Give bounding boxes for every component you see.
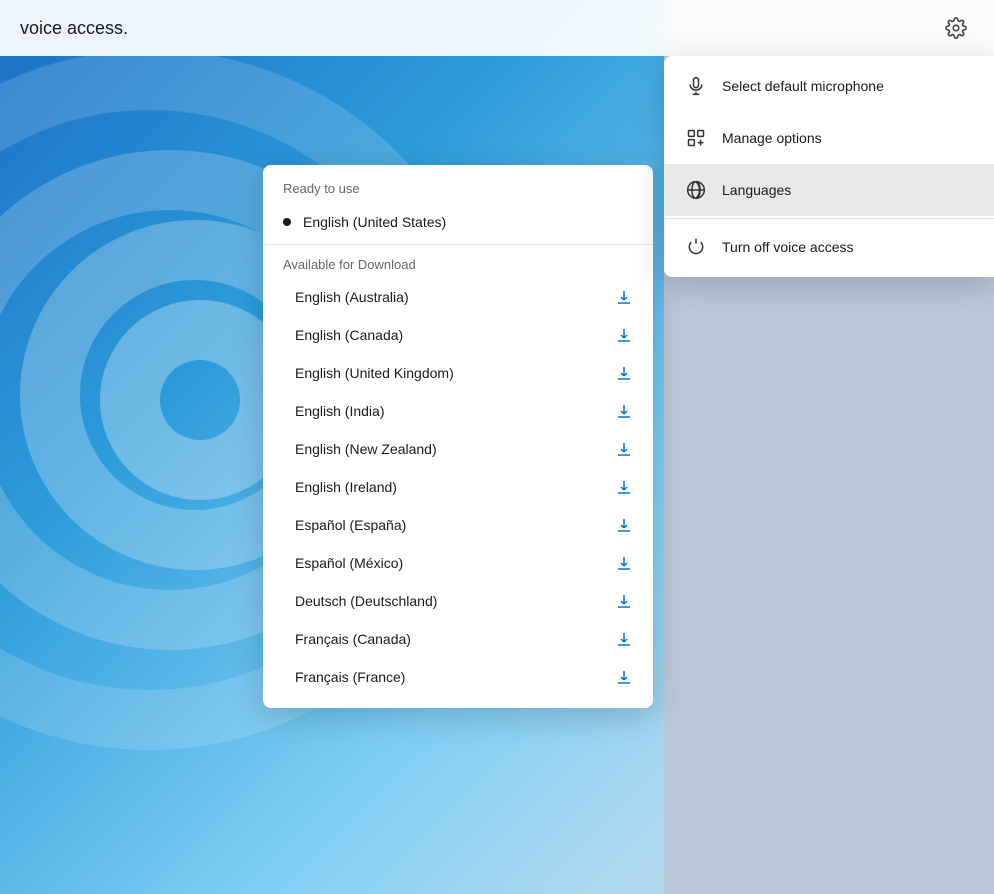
ready-language-item[interactable]: English (United States) <box>263 204 653 240</box>
menu-item-manage[interactable]: Manage options <box>664 112 994 164</box>
topbar-title: voice access. <box>20 18 128 39</box>
microphone-icon <box>684 74 708 98</box>
languages-panel: Ready to use English (United States) Ava… <box>263 165 653 708</box>
topbar: voice access. <box>0 0 994 56</box>
language-label: Español (España) <box>295 517 406 533</box>
menu-item-microphone[interactable]: Select default microphone <box>664 60 994 112</box>
list-item[interactable]: English (India) <box>263 392 653 430</box>
languages-icon <box>684 178 708 202</box>
list-item[interactable]: Deutsch (Deutschland) <box>263 582 653 620</box>
menu-item-turnoff[interactable]: Turn off voice access <box>664 221 994 273</box>
list-item[interactable]: English (Ireland) <box>263 468 653 506</box>
menu-item-turnoff-label: Turn off voice access <box>722 239 854 255</box>
language-label: Français (Canada) <box>295 631 411 647</box>
menu-item-languages[interactable]: Languages <box>664 164 994 216</box>
list-item[interactable]: English (New Zealand) <box>263 430 653 468</box>
download-icon <box>615 364 633 382</box>
menu-item-manage-label: Manage options <box>722 130 822 146</box>
download-icon <box>615 440 633 458</box>
download-icon <box>615 592 633 610</box>
language-label: English (United Kingdom) <box>295 365 454 381</box>
download-icon <box>615 402 633 420</box>
menu-item-languages-label: Languages <box>722 182 791 198</box>
language-label: English (New Zealand) <box>295 441 437 457</box>
context-menu: Select default microphone Manage options… <box>664 56 994 277</box>
gear-icon <box>945 17 967 39</box>
list-item[interactable]: English (United Kingdom) <box>263 354 653 392</box>
download-section-title: Available for Download <box>263 245 653 278</box>
ready-language-label: English (United States) <box>303 214 446 230</box>
download-icon <box>615 288 633 306</box>
menu-divider <box>664 218 994 219</box>
active-dot <box>283 218 291 226</box>
ready-section-title: Ready to use <box>263 165 653 204</box>
language-label: Deutsch (Deutschland) <box>295 593 437 609</box>
language-label: Français (France) <box>295 669 405 685</box>
download-icon <box>615 668 633 686</box>
download-icon <box>615 326 633 344</box>
download-icon <box>615 554 633 572</box>
list-item[interactable]: Español (México) <box>263 544 653 582</box>
download-icon <box>615 516 633 534</box>
language-label: English (India) <box>295 403 385 419</box>
menu-item-microphone-label: Select default microphone <box>722 78 884 94</box>
list-item[interactable]: Español (España) <box>263 506 653 544</box>
language-label: English (Canada) <box>295 327 403 343</box>
language-label: English (Australia) <box>295 289 409 305</box>
list-item[interactable]: Français (Canada) <box>263 620 653 658</box>
language-label: English (Ireland) <box>295 479 397 495</box>
manage-icon <box>684 126 708 150</box>
download-icon <box>615 630 633 648</box>
settings-button[interactable] <box>938 10 974 46</box>
download-section: Available for Download English (Australi… <box>263 244 653 696</box>
power-icon <box>684 235 708 259</box>
list-item[interactable]: Français (France) <box>263 658 653 696</box>
list-item[interactable]: English (Australia) <box>263 278 653 316</box>
list-item[interactable]: English (Canada) <box>263 316 653 354</box>
download-icon <box>615 478 633 496</box>
language-label: Español (México) <box>295 555 403 571</box>
